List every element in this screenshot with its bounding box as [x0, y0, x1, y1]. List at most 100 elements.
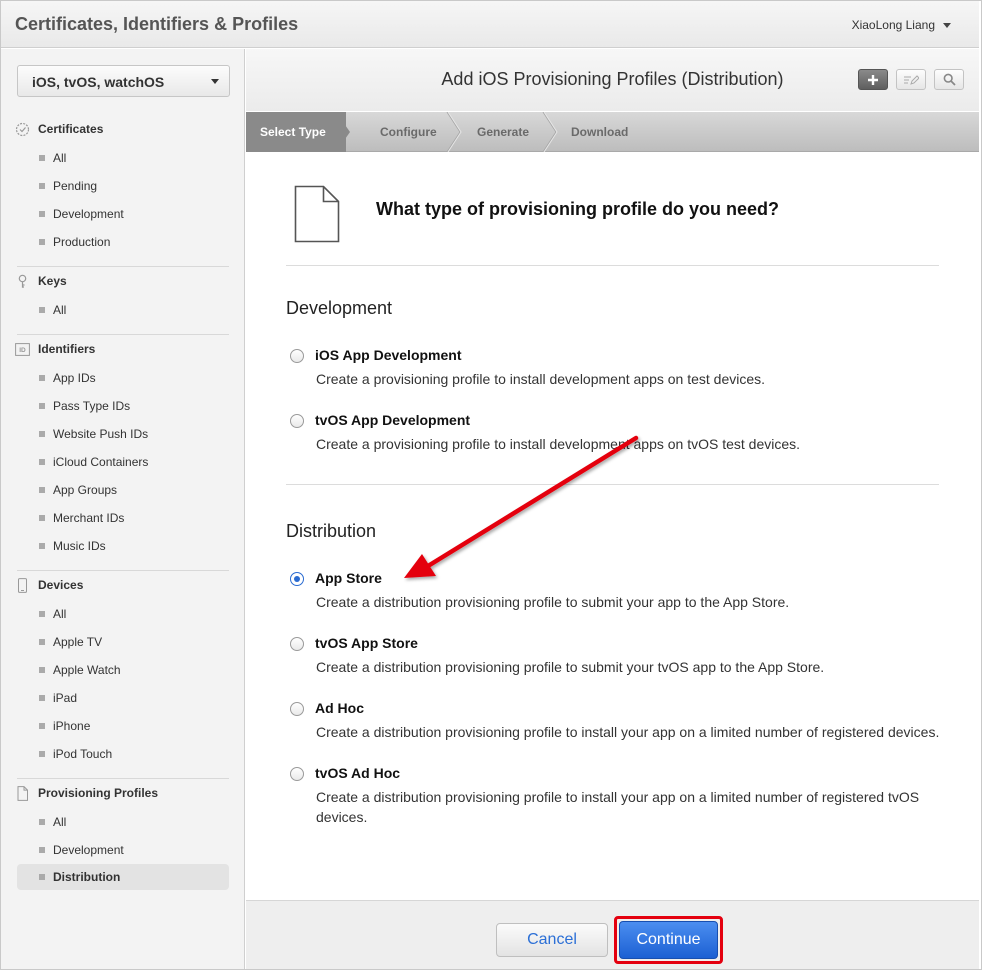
sidebar-item-label: All [53, 607, 67, 621]
sidebar-item-label: Pending [53, 179, 98, 193]
sidebar-item-label: iCloud Containers [53, 455, 149, 469]
sidebar-item-label: Production [53, 235, 111, 249]
bullet [39, 874, 45, 880]
sidebar-item-label: All [53, 151, 67, 165]
bullet [39, 819, 45, 825]
content-panel: What type of provisioning profile do you… [246, 153, 979, 900]
radio-ios-app-development[interactable] [290, 349, 304, 363]
sidebar-item-certificates-pending[interactable]: Pending [17, 173, 229, 199]
section-keys: Keys [15, 271, 67, 291]
divider [17, 570, 229, 571]
radio-tvos-app-development[interactable] [290, 414, 304, 428]
sidebar-item-profiles-distribution[interactable]: Distribution [17, 864, 229, 890]
bullet [39, 183, 45, 189]
plus-icon [868, 74, 878, 85]
bullet [39, 239, 45, 245]
divider [17, 778, 229, 779]
option-description: Create a distribution provisioning profi… [316, 789, 920, 825]
bullet [39, 459, 45, 465]
sidebar-item-profiles-all[interactable]: All [17, 809, 229, 835]
option-description: Create a distribution provisioning profi… [316, 594, 790, 610]
main-header: Add iOS Provisioning Profiles (Distribut… [246, 49, 979, 111]
bullet [39, 211, 45, 217]
sidebar-item-ipad[interactable]: iPad [17, 685, 229, 711]
option-label: App Store [315, 570, 382, 586]
option-label: iOS App Development [315, 347, 462, 363]
user-menu[interactable]: XiaoLong Liang [852, 18, 951, 32]
step-separator-icon [542, 112, 558, 152]
bullet [39, 611, 45, 617]
search-icon [943, 73, 956, 86]
sidebar-item-website-push-ids[interactable]: Website Push IDs [17, 421, 229, 447]
edit-button[interactable] [896, 69, 926, 90]
bullet [39, 487, 45, 493]
radio-app-store[interactable] [290, 572, 304, 586]
section-devices: Devices [15, 575, 83, 595]
sidebar-item-label: iPod Touch [53, 747, 113, 761]
top-bar: Certificates, Identifiers & Profiles Xia… [1, 1, 979, 48]
certificate-icon [15, 122, 30, 137]
step-bar: Select Type Configure Generate Download [246, 112, 979, 152]
sidebar: iOS, tvOS, watchOS Certificates All Pend… [1, 49, 245, 969]
section-title: Keys [38, 274, 67, 288]
sidebar-item-ipod-touch[interactable]: iPod Touch [17, 741, 229, 767]
option-label: tvOS Ad Hoc [315, 765, 401, 781]
sidebar-item-apple-watch[interactable]: Apple Watch [17, 657, 229, 683]
sidebar-item-merchant-ids[interactable]: Merchant IDs [17, 505, 229, 531]
sidebar-item-app-groups[interactable]: App Groups [17, 477, 229, 503]
user-name: XiaoLong Liang [851, 18, 935, 32]
sidebar-item-label: Music IDs [53, 539, 106, 553]
sidebar-item-keys-all[interactable]: All [17, 297, 229, 323]
sidebar-item-iphone[interactable]: iPhone [17, 713, 229, 739]
sidebar-item-profiles-development[interactable]: Development [17, 837, 229, 863]
step-separator-icon [446, 112, 462, 152]
bullet [39, 847, 45, 853]
section-certificates: Certificates [15, 119, 103, 139]
sidebar-item-music-ids[interactable]: Music IDs [17, 533, 229, 559]
sidebar-item-pass-type-ids[interactable]: Pass Type IDs [17, 393, 229, 419]
document-icon [15, 785, 30, 801]
continue-button[interactable]: Continue [619, 921, 718, 959]
radio-tvos-app-store[interactable] [290, 637, 304, 651]
sidebar-item-label: iPad [53, 691, 78, 705]
bullet [39, 155, 45, 161]
sidebar-item-certificates-development[interactable]: Development [17, 201, 229, 227]
sidebar-item-label: App Groups [53, 483, 118, 497]
sidebar-item-certificates-all[interactable]: All [17, 145, 229, 171]
option-label: tvOS App Store [315, 635, 418, 651]
bullet [39, 403, 45, 409]
sidebar-item-label: All [53, 303, 67, 317]
cancel-button[interactable]: Cancel [496, 923, 608, 957]
add-button[interactable] [858, 69, 888, 90]
radio-tvos-ad-hoc[interactable] [290, 767, 304, 781]
bullet [39, 375, 45, 381]
platform-select[interactable]: iOS, tvOS, watchOS [17, 65, 230, 97]
sidebar-item-app-ids[interactable]: App IDs [17, 365, 229, 391]
sidebar-item-label: Merchant IDs [53, 511, 125, 525]
section-title: Certificates [38, 122, 104, 136]
divider [286, 265, 939, 266]
bullet [39, 431, 45, 437]
search-button[interactable] [934, 69, 964, 90]
sidebar-item-apple-tv[interactable]: Apple TV [17, 629, 229, 655]
sidebar-item-label: Distribution [53, 870, 121, 884]
option-description: Create a distribution provisioning profi… [316, 724, 940, 740]
step-arrow [336, 112, 350, 152]
step-generate: Generate [477, 125, 530, 139]
document-icon [294, 185, 340, 243]
option-description: Create a distribution provisioning profi… [316, 659, 825, 675]
sidebar-item-devices-all[interactable]: All [17, 601, 229, 627]
bullet [39, 307, 45, 313]
radio-ad-hoc[interactable] [290, 702, 304, 716]
sidebar-item-icloud-containers[interactable]: iCloud Containers [17, 449, 229, 475]
bullet [39, 639, 45, 645]
group-title-development: Development [286, 298, 393, 318]
svg-text:ID: ID [19, 347, 26, 354]
footer-bar: Cancel Continue [246, 900, 979, 969]
sidebar-item-label: Website Push IDs [53, 427, 149, 441]
option-description: Create a provisioning profile to install… [316, 371, 766, 387]
group-title-distribution: Distribution [286, 521, 377, 541]
sidebar-item-certificates-production[interactable]: Production [17, 229, 229, 255]
bullet [39, 751, 45, 757]
option-label: tvOS App Development [315, 412, 471, 428]
